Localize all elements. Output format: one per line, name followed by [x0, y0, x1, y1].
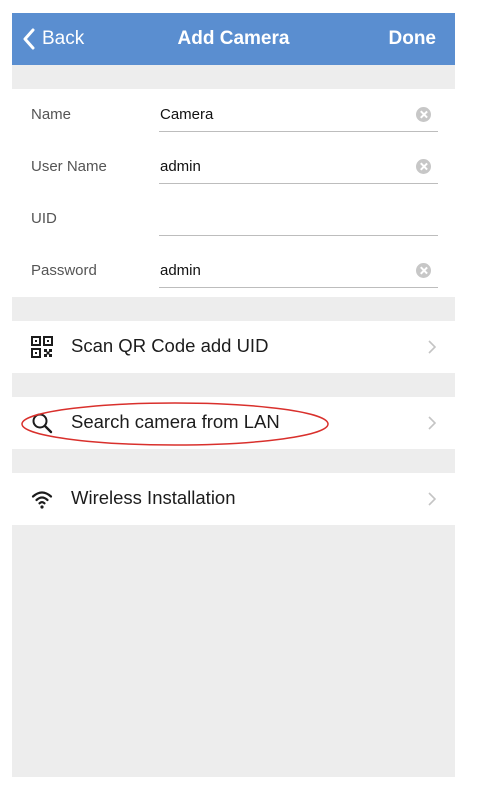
- done-button[interactable]: Done: [389, 28, 437, 50]
- scan-qr-label: Scan QR Code add UID: [71, 335, 269, 356]
- chevron-right-icon: [428, 340, 436, 354]
- navigation-bar: Back Add Camera Done: [12, 13, 455, 65]
- qr-code-icon: [31, 336, 53, 358]
- wireless-label: Wireless Installation: [71, 487, 236, 508]
- uid-field[interactable]: [159, 201, 438, 236]
- wireless-option[interactable]: Wireless Installation: [12, 473, 455, 525]
- clear-icon[interactable]: [416, 159, 431, 174]
- username-label: User Name: [31, 158, 107, 175]
- clear-icon[interactable]: [416, 263, 431, 278]
- password-value: admin: [160, 261, 201, 279]
- app-screen: Back Add Camera Done Name Camera User Na…: [12, 13, 455, 777]
- name-row: Name Camera: [12, 89, 455, 141]
- password-row: Password admin: [12, 245, 455, 297]
- name-value: Camera: [160, 105, 214, 123]
- username-row: User Name admin: [12, 141, 455, 193]
- chevron-right-icon: [428, 492, 436, 506]
- search-lan-option[interactable]: Search camera from LAN: [12, 397, 455, 449]
- password-label: Password: [31, 262, 97, 279]
- camera-form: Name Camera User Name admin UID Password…: [12, 89, 455, 297]
- highlight-ellipse: [21, 402, 329, 446]
- name-label: Name: [31, 106, 72, 123]
- username-field[interactable]: admin: [159, 149, 438, 184]
- scan-qr-option[interactable]: Scan QR Code add UID: [12, 321, 455, 373]
- uid-label: UID: [31, 210, 57, 227]
- wifi-icon: [31, 491, 53, 509]
- uid-row: UID: [12, 193, 455, 245]
- chevron-right-icon: [428, 416, 436, 430]
- name-field[interactable]: Camera: [159, 97, 438, 132]
- clear-icon[interactable]: [416, 107, 431, 122]
- password-field[interactable]: admin: [159, 253, 438, 288]
- username-value: admin: [160, 157, 201, 175]
